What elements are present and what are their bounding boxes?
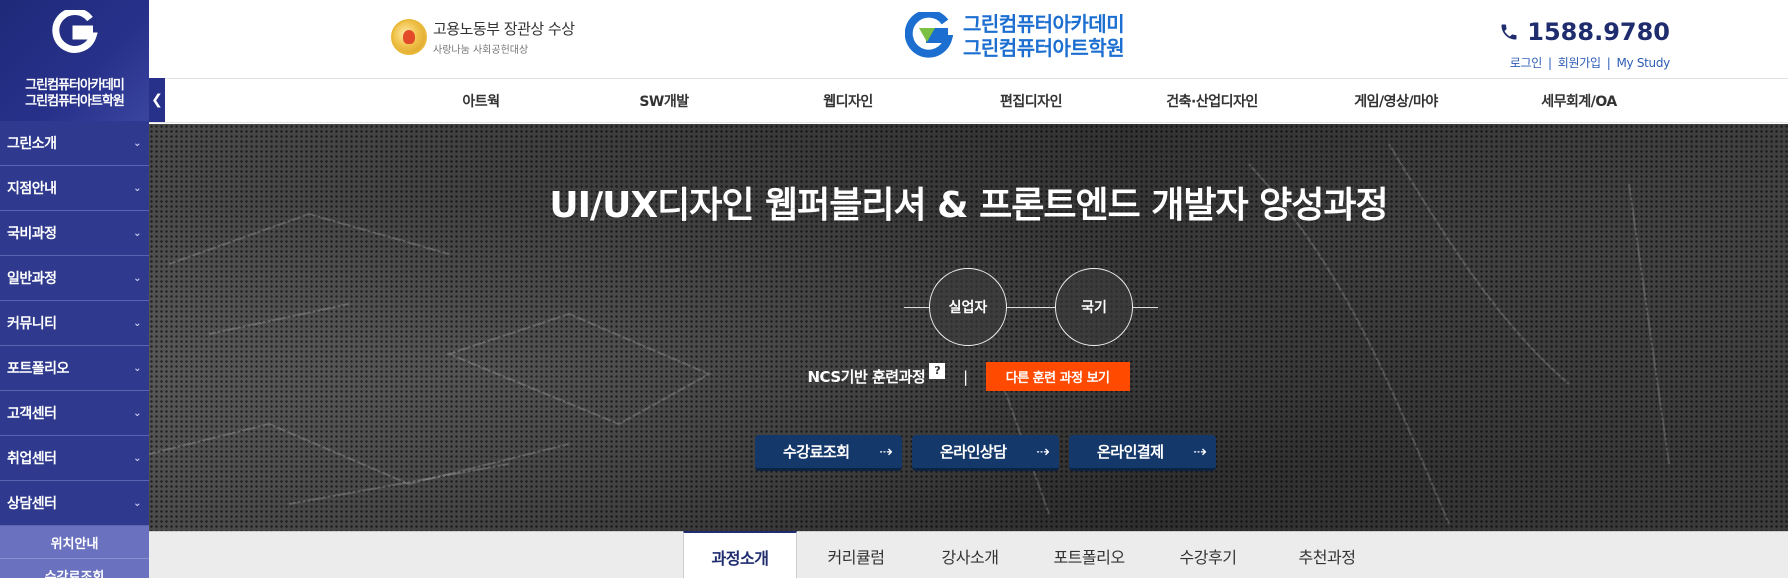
award-medal-icon xyxy=(391,19,427,55)
phone-number[interactable]: 1588.9780 xyxy=(1499,18,1670,46)
hero-title: UI/UX디자인 웹퍼블리셔 & 프론트엔드 개발자 양성과정 xyxy=(549,185,1388,226)
sidebar-item-label: 국비과정 xyxy=(7,226,57,242)
sidebar-sub-location[interactable]: 위치안내 xyxy=(0,526,149,559)
course-badges: 실업자 국기 xyxy=(149,268,1788,346)
sidebar-toggle-button[interactable]: ❮ xyxy=(149,78,165,122)
badge-unemployed: 실업자 xyxy=(929,268,1007,346)
login-link[interactable]: 로그인 xyxy=(1510,56,1543,70)
button-label: 온라인상담 xyxy=(940,443,1007,461)
nav-item-game-video[interactable]: 게임/영상/마야 xyxy=(1354,79,1438,122)
arrow-right-icon: ⇢ xyxy=(1193,442,1206,461)
sidebar-item-general-courses[interactable]: 일반과정 ⌄ xyxy=(0,256,149,301)
tab-course-intro[interactable]: 과정소개 xyxy=(683,531,797,578)
chevron-down-icon: ⌄ xyxy=(133,272,141,284)
divider: | xyxy=(963,367,968,386)
sidebar-sub-tuition[interactable]: 수강료조회 xyxy=(0,559,149,578)
sidebar-item-national-courses[interactable]: 국비과정 ⌄ xyxy=(0,211,149,256)
nav-item-web-design[interactable]: 웹디자인 xyxy=(823,79,873,122)
chevron-down-icon: ⌄ xyxy=(133,137,141,149)
arrow-right-icon: ⇢ xyxy=(1036,442,1049,461)
sidebar-item-community[interactable]: 커뮤니티 ⌄ xyxy=(0,301,149,346)
sidebar: 그린컴퓨터아카데미 그린컴퓨터아트학원 그린소개 ⌄ 지점안내 ⌄ 국비과정 ⌄ 일반… xyxy=(0,0,149,578)
ncs-row: NCS기반 훈련과정 ? | 다른 훈련 과정 보기 xyxy=(149,362,1788,391)
tab-instructors[interactable]: 강사소개 xyxy=(913,532,1027,578)
link-separator: | xyxy=(1606,56,1611,70)
sidebar-item-counsel-center[interactable]: 상담센터 ⌄ xyxy=(0,481,149,526)
green-logo-icon xyxy=(51,10,98,53)
other-courses-button[interactable]: 다른 훈련 과정 보기 xyxy=(985,362,1130,391)
sidebar-item-label: 커뮤니티 xyxy=(7,316,57,332)
chevron-down-icon: ⌄ xyxy=(133,227,141,239)
award-title: 고용노동부 장관상 수상 xyxy=(433,20,575,38)
link-separator: | xyxy=(1548,56,1552,70)
tab-portfolio[interactable]: 포트폴리오 xyxy=(1027,532,1151,578)
button-label: 온라인결제 xyxy=(1097,443,1164,461)
tab-reviews[interactable]: 수강후기 xyxy=(1151,532,1265,578)
nav-item-artwork[interactable]: 아트웍 xyxy=(462,79,500,122)
green-logo-icon xyxy=(905,12,953,58)
chevron-left-icon: ❮ xyxy=(151,92,163,108)
brand-line1: 그린컴퓨터아카데미 xyxy=(963,12,1125,36)
phone-text: 1588.9780 xyxy=(1527,18,1670,46)
badge-national: 국기 xyxy=(1055,268,1133,346)
sidebar-item-label: 지점안내 xyxy=(7,181,57,197)
chevron-down-icon: ⌄ xyxy=(133,362,141,374)
chevron-down-icon: ⌄ xyxy=(133,452,141,464)
chevron-down-icon: ⌄ xyxy=(133,317,141,329)
sidebar-item-portfolio[interactable]: 포트폴리오 ⌄ xyxy=(0,346,149,391)
my-study-link[interactable]: My Study xyxy=(1616,56,1670,70)
sidebar-brand-name: 그린컴퓨터아카데미 그린컴퓨터아트학원 xyxy=(0,78,149,110)
award-banner[interactable]: 고용노동부 장관상 수상 사랑나눔 사회공헌대상 xyxy=(391,18,575,56)
online-payment-button[interactable]: 온라인결제 ⇢ xyxy=(1069,435,1216,471)
badge-connector xyxy=(1132,307,1158,308)
award-subtitle: 사랑나눔 사회공헌대상 xyxy=(433,45,529,56)
nav-item-sw-dev[interactable]: SW개발 xyxy=(639,79,689,122)
sidebar-item-customer-center[interactable]: 고객센터 ⌄ xyxy=(0,391,149,436)
tab-curriculum[interactable]: 커리큘럼 xyxy=(799,532,913,578)
contact-area: 1588.9780 로그인 | 회원가입 | My Study xyxy=(1499,18,1670,71)
tuition-inquiry-button[interactable]: 수강료조회 ⇢ xyxy=(755,435,902,471)
chevron-down-icon: ⌄ xyxy=(133,182,141,194)
sidebar-item-label: 취업센터 xyxy=(7,451,57,467)
signup-link[interactable]: 회원가입 xyxy=(1558,56,1601,70)
sidebar-item-employment-center[interactable]: 취업센터 ⌄ xyxy=(0,436,149,481)
sidebar-item-label: 포트폴리오 xyxy=(7,361,69,377)
phone-icon xyxy=(1501,24,1517,40)
brand-line2: 그린컴퓨터아트학원 xyxy=(963,36,1125,60)
nav-item-editorial-design[interactable]: 편집디자인 xyxy=(1000,79,1062,122)
sidebar-logo[interactable]: 그린컴퓨터아카데미 그린컴퓨터아트학원 xyxy=(0,0,149,121)
sidebar-item-label: 일반과정 xyxy=(7,271,57,287)
hero-actions: 수강료조회 ⇢ 온라인상담 ⇢ 온라인결제 ⇢ xyxy=(149,435,1788,471)
sidebar-item-label: 고객센터 xyxy=(7,406,57,422)
badge-connector xyxy=(904,307,930,308)
sidebar-brand-line1: 그린컴퓨터아카데미 xyxy=(25,78,125,93)
nav-item-architecture-design[interactable]: 건축·산업디자인 xyxy=(1166,79,1258,122)
badge-connector xyxy=(1006,307,1056,308)
arrow-right-icon: ⇢ xyxy=(879,442,892,461)
chevron-down-icon: ⌄ xyxy=(133,407,141,419)
nav-item-accounting-oa[interactable]: 세무회계/OA xyxy=(1541,79,1617,122)
course-tabs: 과정소개 커리큘럼 강사소개 포트폴리오 수강후기 추천과정 xyxy=(149,531,1788,578)
tab-recommended[interactable]: 추천과정 xyxy=(1265,532,1389,578)
sidebar-item-intro[interactable]: 그린소개 ⌄ xyxy=(0,121,149,166)
sidebar-menu: 그린소개 ⌄ 지점안내 ⌄ 국비과정 ⌄ 일반과정 ⌄ 커뮤니티 ⌄ 포트폴리오 ⌄ 고객센… xyxy=(0,121,149,526)
online-consult-button[interactable]: 온라인상담 ⇢ xyxy=(912,435,1059,471)
sidebar-brand-line2: 그린컴퓨터아트학원 xyxy=(25,94,125,109)
chevron-down-icon: ⌄ xyxy=(133,497,141,509)
main-nav: 아트웍 SW개발 웹디자인 편집디자인 건축·산업디자인 게임/영상/마야 세무… xyxy=(149,78,1788,123)
button-label: 수강료조회 xyxy=(783,443,850,461)
ncs-label: NCS기반 훈련과정 xyxy=(807,368,926,386)
help-icon[interactable]: ? xyxy=(929,362,946,379)
sidebar-item-label: 상담센터 xyxy=(7,496,57,512)
account-links: 로그인 | 회원가입 | My Study xyxy=(1499,54,1671,71)
sidebar-item-branches[interactable]: 지점안내 ⌄ xyxy=(0,166,149,211)
site-header: 고용노동부 장관상 수상 사랑나눔 사회공헌대상 그린컴퓨터아카데미 그린컴퓨터… xyxy=(149,0,1788,78)
sidebar-item-label: 그린소개 xyxy=(7,136,57,152)
hero-banner: UI/UX디자인 웹퍼블리셔 & 프론트엔드 개발자 양성과정 실업자 국기 N… xyxy=(149,124,1788,531)
brand-logo[interactable]: 그린컴퓨터아카데미 그린컴퓨터아트학원 xyxy=(905,12,1125,60)
